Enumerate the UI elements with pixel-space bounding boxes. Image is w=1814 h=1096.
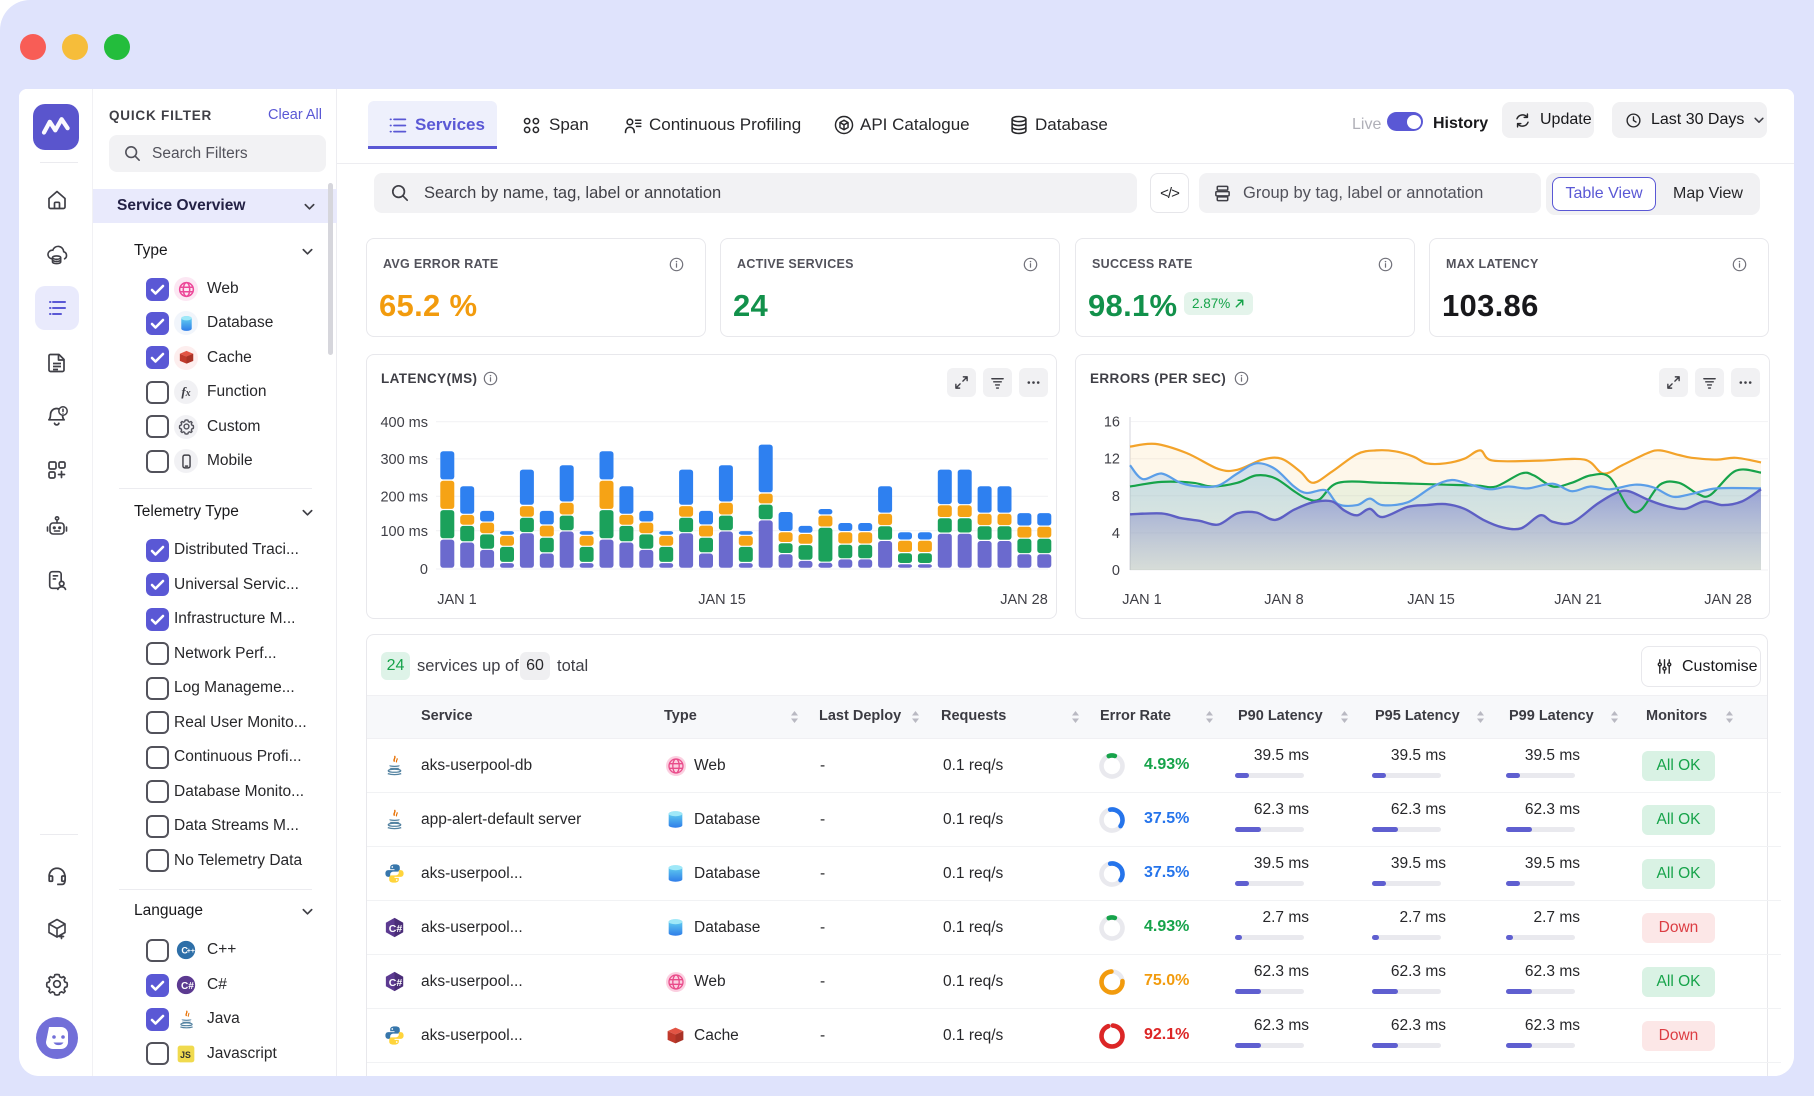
svg-text:++: ++ bbox=[187, 948, 195, 955]
svg-text:JAN 15: JAN 15 bbox=[698, 592, 746, 608]
svg-text:0: 0 bbox=[420, 562, 428, 578]
svg-text:JS: JS bbox=[180, 1050, 191, 1060]
svg-text:JAN 1: JAN 1 bbox=[1122, 592, 1162, 608]
svg-text:C#: C# bbox=[181, 981, 194, 992]
svg-text:0: 0 bbox=[1112, 563, 1120, 579]
svg-text:C#: C# bbox=[389, 977, 403, 989]
svg-text:200 ms: 200 ms bbox=[380, 489, 428, 505]
svg-text:JAN 8: JAN 8 bbox=[1264, 592, 1304, 608]
svg-text:JAN 21: JAN 21 bbox=[1554, 592, 1602, 608]
svg-text:JAN 28: JAN 28 bbox=[1704, 592, 1752, 608]
svg-text:4: 4 bbox=[1112, 526, 1120, 542]
svg-text:12: 12 bbox=[1104, 452, 1120, 468]
svg-text:JAN 28: JAN 28 bbox=[1000, 592, 1048, 608]
svg-text:JAN 15: JAN 15 bbox=[1407, 592, 1455, 608]
svg-text:C#: C# bbox=[389, 923, 403, 935]
svg-text:8: 8 bbox=[1112, 489, 1120, 505]
svg-text:100 ms: 100 ms bbox=[380, 524, 428, 540]
svg-text:16: 16 bbox=[1104, 415, 1120, 431]
svg-text:400 ms: 400 ms bbox=[380, 415, 428, 431]
svg-text:JAN 1: JAN 1 bbox=[437, 592, 477, 608]
svg-text:300 ms: 300 ms bbox=[380, 452, 428, 468]
